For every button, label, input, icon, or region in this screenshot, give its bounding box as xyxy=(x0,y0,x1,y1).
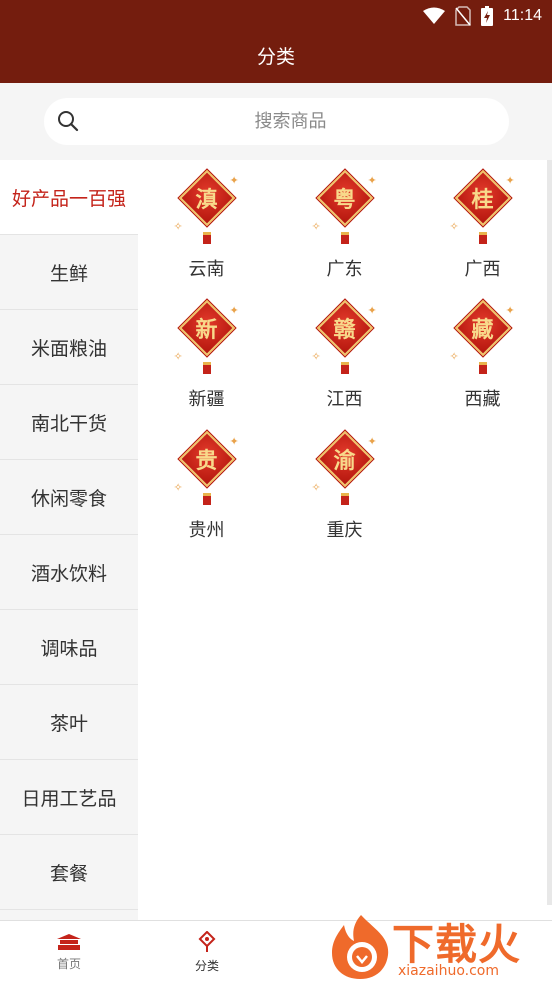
sidebar-item-seasoning[interactable]: 调味品 xyxy=(0,610,138,685)
chinese-knot-icon: 藏 ✧ ✦ xyxy=(448,299,518,380)
chinese-knot-icon: 新 ✧ ✦ xyxy=(172,299,242,380)
sidebar-item-drinks[interactable]: 酒水饮料 xyxy=(0,535,138,610)
category-sidebar: 好产品一百强 生鲜 米面粮油 南北干货 休闲零食 酒水饮料 调味品 茶叶 日用工… xyxy=(0,160,138,920)
region-item-jiangxi[interactable]: 赣 ✧ ✦ 江西 xyxy=(276,290,413,420)
sidebar-item-fresh[interactable]: 生鲜 xyxy=(0,235,138,310)
region-item-guangxi[interactable]: 桂 ✧ ✦ 广西 xyxy=(414,160,551,290)
watermark-subtitle: xiazaihuo.com xyxy=(398,963,499,979)
sidebar-item-tea[interactable]: 茶叶 xyxy=(0,685,138,760)
region-label: 云南 xyxy=(188,259,225,280)
sidebar-item-dry-goods[interactable]: 南北干货 xyxy=(0,385,138,460)
sidebar-item-bundle[interactable]: 套餐 xyxy=(0,835,138,910)
chinese-knot-icon xyxy=(198,930,216,952)
status-time: 11:14 xyxy=(503,7,542,24)
wifi-icon xyxy=(423,7,446,24)
chinese-knot-icon: 粤 ✧ ✦ xyxy=(310,169,380,250)
sidebar-item-top100[interactable]: 好产品一百强 xyxy=(0,160,138,235)
sidebar-item-snacks[interactable]: 休闲零食 xyxy=(0,460,138,535)
region-label: 广西 xyxy=(464,259,501,280)
region-item-xizang[interactable]: 藏 ✧ ✦ 西藏 xyxy=(414,290,551,420)
search-box[interactable] xyxy=(44,98,509,145)
search-input[interactable] xyxy=(92,98,489,145)
region-label: 江西 xyxy=(326,389,363,410)
nav-item-home[interactable]: 首页 xyxy=(0,921,138,983)
battery-charging-icon xyxy=(481,6,494,26)
chinese-knot-icon: 渝 ✧ ✦ xyxy=(310,430,380,511)
chinese-knot-icon: 贵 ✧ ✦ xyxy=(172,430,242,511)
region-label: 新疆 xyxy=(188,389,225,410)
chinese-knot-icon: 桂 ✧ ✦ xyxy=(448,169,518,250)
flame-logo-icon xyxy=(332,915,389,979)
region-label: 广东 xyxy=(326,259,363,280)
sidebar-item-crafts[interactable]: 日用工艺品 xyxy=(0,760,138,835)
region-item-xinjiang[interactable]: 新 ✧ ✦ 新疆 xyxy=(138,290,275,420)
nav-label: 首页 xyxy=(56,956,81,971)
region-label: 重庆 xyxy=(326,520,363,541)
region-label: 西藏 xyxy=(464,389,501,410)
nav-item-category[interactable]: 分类 xyxy=(138,921,276,983)
region-item-guangdong[interactable]: 粤 ✧ ✦ 广东 xyxy=(276,160,413,290)
region-grid: 滇 ✧ ✦ 云南 粤 ✧ ✦ 广东 桂 ✧ ✦ 广西 新 ✧ ✦ 新疆 赣 ✧ ✦ 江西 藏 ✧ ✦ 西… xyxy=(138,160,548,920)
status-bar: 11:14 xyxy=(423,4,542,28)
sidebar-item-grain-oil[interactable]: 米面粮油 xyxy=(0,310,138,385)
watermark-logo: 下载火 xiazaihuo.com xyxy=(326,905,552,983)
nav-label: 分类 xyxy=(194,958,219,973)
chinese-knot-icon: 滇 ✧ ✦ xyxy=(172,169,242,250)
temple-icon xyxy=(57,933,81,950)
search-bar-area xyxy=(0,83,552,160)
app-header: 11:14 分类 xyxy=(0,0,552,83)
search-icon xyxy=(58,111,79,132)
region-item-chongqing[interactable]: 渝 ✧ ✦ 重庆 xyxy=(276,421,413,551)
scrollbar[interactable] xyxy=(547,160,552,905)
region-item-guizhou[interactable]: 贵 ✧ ✦ 贵州 xyxy=(138,421,275,551)
no-sim-icon xyxy=(455,6,471,26)
page-title: 分类 xyxy=(256,46,295,68)
region-item-yunnan[interactable]: 滇 ✧ ✦ 云南 xyxy=(138,160,275,290)
chinese-knot-icon: 赣 ✧ ✦ xyxy=(310,299,380,380)
region-label: 贵州 xyxy=(188,520,225,541)
